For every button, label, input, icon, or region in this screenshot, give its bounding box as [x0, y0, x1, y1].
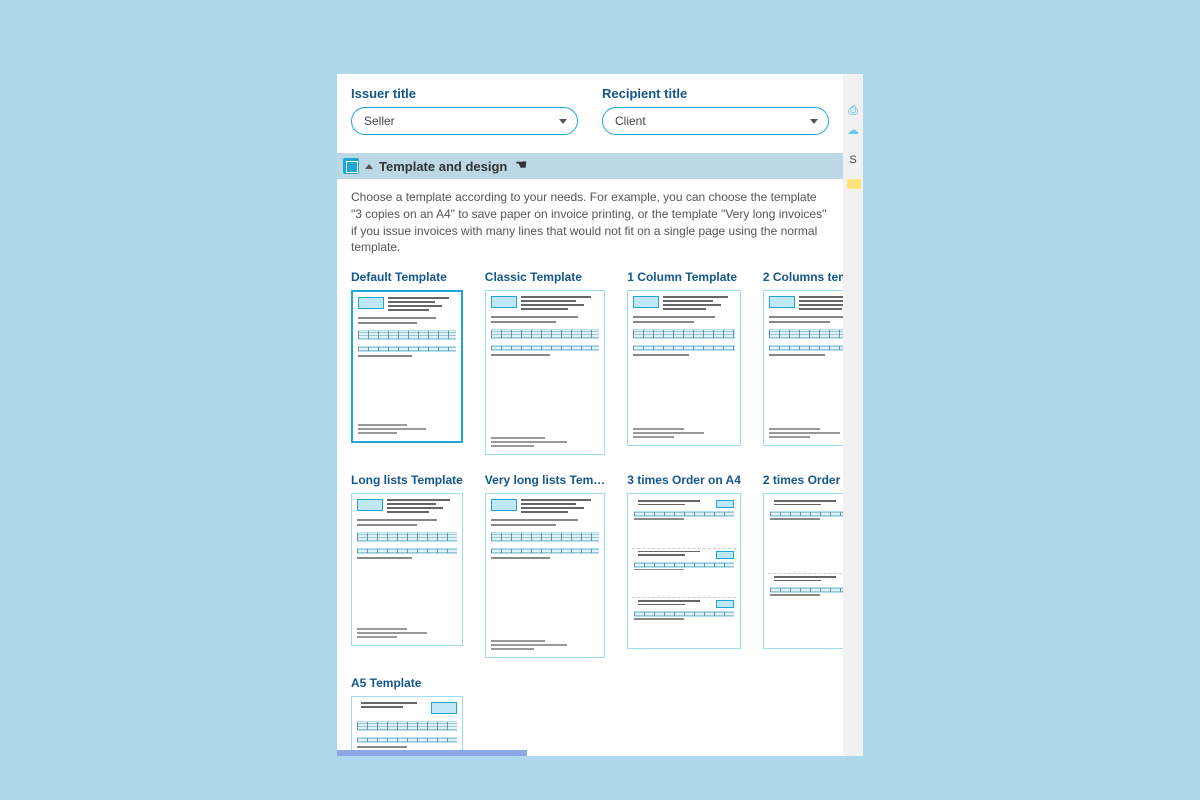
template-section-title: Template and design [379, 159, 507, 174]
template-thumb[interactable] [485, 493, 605, 658]
template-thumb[interactable] [627, 493, 741, 649]
doc-logo-icon [491, 499, 517, 511]
template-thumb[interactable] [351, 696, 463, 756]
bottom-accent-bar [337, 750, 527, 756]
issuer-title-field: Issuer title Seller [351, 86, 578, 135]
doc-logo-icon [769, 296, 795, 308]
template-option[interactable]: Default Template [351, 270, 463, 455]
template-thumb[interactable] [763, 493, 843, 649]
template-thumb[interactable] [351, 493, 463, 646]
template-thumb[interactable] [627, 290, 741, 446]
doc-logo-icon [357, 499, 383, 511]
template-label: 3 times Order on A4 [627, 473, 741, 487]
template-option[interactable]: 2 times Order on A4 [763, 473, 843, 658]
template-label: 1 Column Template [627, 270, 741, 284]
template-option[interactable]: 2 Columns template [763, 270, 843, 455]
template-thumb[interactable] [485, 290, 605, 455]
template-label: A5 Template [351, 676, 463, 690]
recipient-title-label: Recipient title [602, 86, 829, 101]
title-fields-row: Issuer title Seller Recipient title Clie… [351, 86, 829, 135]
sidebar-share-icon[interactable]: ⎙ [845, 102, 861, 118]
doc-logo-icon [633, 296, 659, 308]
template-option[interactable]: Very long lists Tem… [485, 473, 605, 658]
issuer-title-label: Issuer title [351, 86, 578, 101]
doc-logo-icon [491, 296, 517, 308]
right-sidebar: ⎙ ☁ S [843, 74, 863, 756]
doc-logo-icon [716, 500, 734, 508]
settings-panel: Issuer title Seller Recipient title Clie… [337, 74, 863, 756]
recipient-title-value: Client [615, 114, 646, 128]
template-label: Classic Template [485, 270, 605, 284]
doc-logo-icon [716, 551, 734, 559]
recipient-title-select[interactable]: Client [602, 107, 829, 135]
template-thumb[interactable] [351, 290, 463, 443]
template-icon [343, 158, 359, 174]
sidebar-yellow-badge[interactable] [847, 179, 861, 189]
template-grid: Default Template Classic Template 1 Colu… [351, 270, 829, 756]
doc-logo-icon [716, 600, 734, 608]
template-option[interactable]: Classic Template [485, 270, 605, 455]
sidebar-s-label: S [845, 152, 861, 168]
main-area: Issuer title Seller Recipient title Clie… [337, 74, 843, 756]
template-label: Default Template [351, 270, 463, 284]
template-label: Very long lists Tem… [485, 473, 605, 487]
recipient-title-field: Recipient title Client [602, 86, 829, 135]
template-option[interactable]: 3 times Order on A4 [627, 473, 741, 658]
sidebar-cloud-icon[interactable]: ☁ [845, 122, 861, 138]
template-label: 2 Columns template [763, 270, 843, 284]
template-option[interactable]: Long lists Template [351, 473, 463, 658]
template-help-text: Choose a template according to your need… [351, 189, 829, 256]
hand-cursor-icon: ☚ [515, 157, 527, 173]
doc-logo-icon [358, 297, 384, 309]
issuer-title-value: Seller [364, 114, 395, 128]
collapse-caret-icon [365, 164, 373, 169]
template-section-header[interactable]: Template and design ☚ [337, 153, 843, 179]
template-thumb[interactable] [763, 290, 843, 446]
issuer-title-select[interactable]: Seller [351, 107, 578, 135]
template-option[interactable]: A5 Template [351, 676, 463, 756]
template-label: Long lists Template [351, 473, 463, 487]
template-option[interactable]: 1 Column Template [627, 270, 741, 455]
template-label: 2 times Order on A4 [763, 473, 843, 487]
doc-logo-icon [431, 702, 457, 714]
